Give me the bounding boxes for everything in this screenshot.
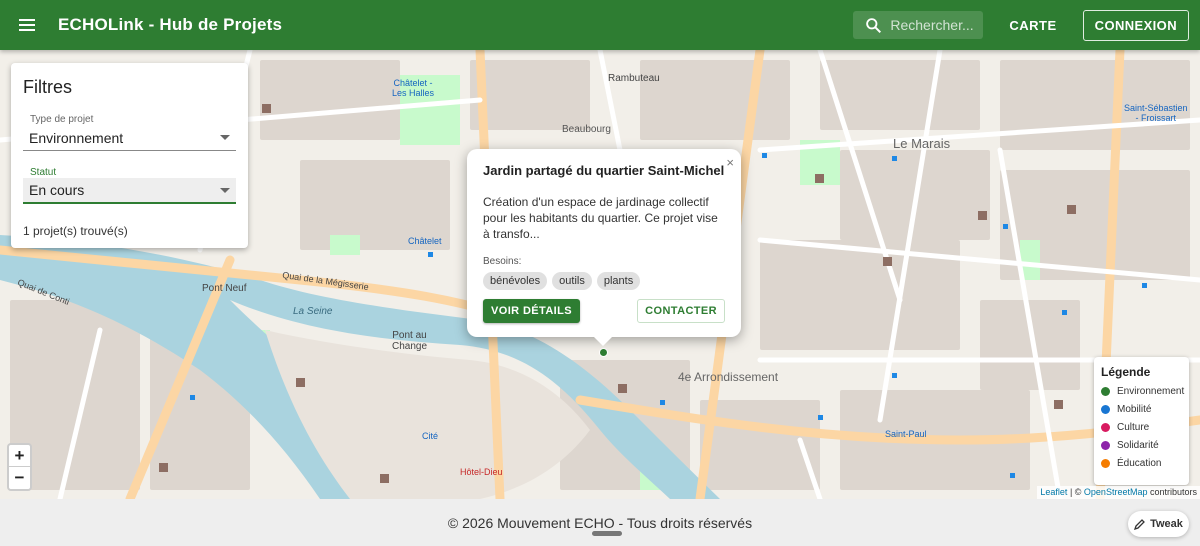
map-label-arrondissement: 4e Arrondissement (678, 370, 779, 384)
map-label-rambuteau: Rambuteau (608, 73, 660, 84)
nav-map-button[interactable]: CARTE (997, 10, 1068, 41)
scroll-handle[interactable] (592, 531, 622, 536)
project-type-select[interactable]: Environnement (23, 125, 236, 151)
legend-dot (1101, 441, 1110, 450)
legend-label: Mobilité (1117, 404, 1152, 415)
popup-actions: VOIR DÉTAILS CONTACTER (483, 299, 725, 323)
view-details-button[interactable]: VOIR DÉTAILS (483, 299, 580, 323)
need-chip: outils (552, 272, 592, 290)
needs-label: Besoins: (483, 256, 522, 267)
project-type-label: Type de projet (30, 114, 94, 125)
legend-item-culture: Culture (1101, 422, 1182, 433)
map-label-chatelet: Châtelet (408, 236, 442, 246)
legend-item-mobilite: Mobilité (1101, 404, 1182, 415)
map-label-saint-paul: Saint-Paul (885, 429, 927, 439)
status-field: Statut En cours (23, 167, 236, 204)
legend-dot (1101, 405, 1110, 414)
search-icon (866, 17, 882, 33)
popup-description: Création d'un espace de jardinage collec… (483, 195, 718, 241)
contact-button[interactable]: CONTACTER (637, 299, 725, 323)
app-bar: ECHOLink - Hub de Projets CARTE CONNEXIO… (0, 0, 1200, 50)
needs-list: bénévoles outils plants (483, 272, 725, 290)
map-legend: Légende Environnement Mobilité Culture S… (1094, 357, 1189, 485)
project-type-field: Type de projet Environnement (23, 114, 236, 151)
status-label: Statut (30, 167, 57, 178)
legend-dot (1101, 423, 1110, 432)
page-footer: © 2026 Mouvement ECHO - Tous droits rése… (0, 499, 1200, 546)
menu-button[interactable] (0, 0, 54, 50)
close-icon[interactable]: × (726, 155, 734, 170)
hamburger-menu-icon (19, 19, 35, 31)
legend-label: Culture (1117, 422, 1150, 433)
map-label-hotel-dieu: Hôtel-Dieu (460, 467, 503, 477)
legend-item-solidarite: Solidarité (1101, 440, 1182, 451)
map-label-saint-sebastien: Saint-Sébastien - Froissart (1124, 103, 1188, 123)
legend-dot (1101, 459, 1110, 468)
status-value: En cours (29, 182, 85, 198)
legend-dot (1101, 387, 1110, 396)
login-button[interactable]: CONNEXION (1082, 9, 1189, 41)
result-count: 1 projet(s) trouvé(s) (23, 224, 128, 238)
zoom-out-button[interactable]: − (9, 467, 30, 489)
map-attribution: Leaflet | © OpenStreetMap contributors (1037, 486, 1200, 499)
legend-item-environnement: Environnement (1101, 386, 1185, 397)
zoom-in-button[interactable]: + (9, 445, 30, 467)
attribution-sep: | © (1067, 487, 1084, 497)
leaflet-link[interactable]: Leaflet (1040, 487, 1067, 497)
project-type-value: Environnement (29, 129, 124, 146)
pencil-icon (1134, 519, 1146, 530)
map-label-cite: Cité (422, 431, 439, 441)
chevron-down-icon (220, 187, 230, 193)
attribution-contributors: contributors (1147, 487, 1197, 497)
osm-link[interactable]: OpenStreetMap (1084, 487, 1148, 497)
app-title: ECHOLink - Hub de Projets (58, 15, 283, 34)
legend-title: Légende (1101, 365, 1151, 379)
status-select[interactable]: En cours (23, 178, 236, 204)
search-box[interactable] (853, 11, 984, 39)
legend-item-education: Éducation (1101, 458, 1182, 469)
legend-label: Solidarité (1117, 440, 1159, 451)
need-chip: plants (596, 272, 641, 290)
tweak-label: Tweak (1150, 518, 1183, 530)
project-popup: × Jardin partagé du quartier Saint-Miche… (467, 149, 741, 346)
map-label-la-seine: La Seine (293, 306, 333, 317)
filters-title: Filtres (23, 77, 72, 97)
zoom-control: + − (7, 443, 32, 491)
legend-label: Éducation (1117, 458, 1162, 469)
filters-panel: Filtres Type de projet Environnement Sta… (11, 63, 248, 248)
search-input[interactable] (890, 17, 981, 33)
map-label-le-marais: Le Marais (893, 136, 951, 151)
copyright-text: © 2026 Mouvement ECHO - Tous droits rése… (447, 514, 753, 531)
project-marker[interactable] (599, 348, 608, 357)
map-label-pont-neuf: Pont Neuf (202, 283, 247, 294)
map-label-chatelet-halles: Châtelet - Les Halles (392, 78, 435, 98)
map-label-pont-au-change: Pont au Change (392, 330, 428, 352)
tweak-button[interactable]: Tweak (1128, 511, 1189, 537)
map-label-beaubourg: Beaubourg (562, 124, 611, 135)
need-chip: bénévoles (483, 272, 548, 290)
popup-title: Jardin partagé du quartier Saint-Michel (483, 163, 725, 178)
chevron-down-icon (220, 135, 230, 140)
legend-label: Environnement (1117, 386, 1185, 397)
